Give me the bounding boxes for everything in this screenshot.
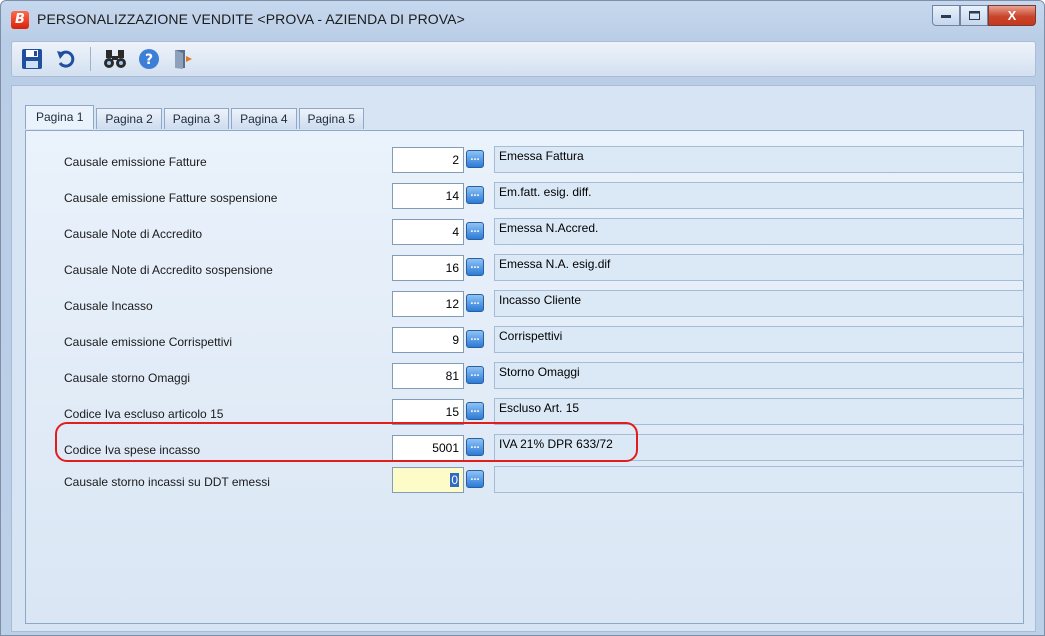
ellipsis-icon: ... [470,439,480,451]
lookup-button[interactable]: ... [466,470,484,488]
description-field: Emessa N.Accred. [494,218,1024,245]
ellipsis-icon: ... [470,367,480,379]
form-row-incasso: Causale Incasso 12 ... Incasso Cliente [26,290,1024,319]
form-row-storno-omaggi: Causale storno Omaggi 81 ... Storno Omag… [26,362,1024,391]
row-label: Causale emissione Corrispettivi [64,335,233,349]
form-row-iva-escluso: Codice Iva escluso articolo 15 15 ... Es… [26,398,1024,427]
row-label: Causale Note di Accredito [64,227,203,241]
close-icon: X [1007,8,1017,23]
tab-pagina-3[interactable]: Pagina 3 [163,108,230,129]
description-field: Emessa N.A. esig.dif [494,254,1024,281]
ellipsis-icon: ... [470,403,480,415]
form-row-fatture: Causale emissione Fatture 2 ... Emessa F… [26,146,1024,175]
ellipsis-icon: ... [470,295,480,307]
tab-page-1: Causale emissione Fatture 2 ... Emessa F… [25,130,1024,624]
form-row-storno-incassi-ddt: Causale storno incassi su DDT emessi 0 .… [26,466,1024,495]
row-label: Causale storno incassi su DDT emessi [64,475,270,489]
toolbar: ? [11,41,1036,77]
code-input[interactable]: 15 [392,399,464,425]
code-input[interactable]: 4 [392,219,464,245]
row-label: Causale Note di Accredito sospensione [64,263,273,277]
maximize-icon [968,11,980,20]
code-input[interactable]: 16 [392,255,464,281]
toolbar-separator [90,47,91,71]
lookup-button[interactable]: ... [466,258,484,276]
form-row-note-accredito-sospensione: Causale Note di Accredito sospensione 16… [26,254,1024,283]
tab-pagina-2[interactable]: Pagina 2 [96,108,162,129]
ellipsis-icon: ... [470,331,480,343]
ellipsis-icon: ... [470,187,480,199]
description-field: Corrispettivi [494,326,1024,353]
main-window: B PERSONALIZZAZIONE VENDITE <PROVA - AZI… [0,0,1045,636]
lookup-button[interactable]: ... [466,222,484,240]
lookup-button[interactable]: ... [466,186,484,204]
ellipsis-icon: ... [470,151,480,163]
undo-icon [57,50,75,68]
lookup-button[interactable]: ... [466,150,484,168]
close-button[interactable]: X [988,5,1036,26]
lookup-button[interactable]: ... [466,330,484,348]
selected-text: 0 [450,473,459,487]
svg-text:?: ? [145,52,153,68]
description-field: Storno Omaggi [494,362,1024,389]
row-label: Causale emissione Fatture [64,155,207,169]
app-logo-icon[interactable]: B [11,11,29,29]
tab-pagina-1[interactable]: Pagina 1 [25,105,95,129]
caption-buttons: X [932,5,1036,26]
save-icon [22,49,42,69]
undo-button[interactable] [52,45,80,73]
help-button[interactable]: ? [135,45,163,73]
lookup-button[interactable]: ... [466,402,484,420]
ellipsis-icon: ... [470,259,480,271]
row-label: Causale storno Omaggi [64,371,191,385]
row-label: Codice Iva spese incasso [64,443,201,457]
maximize-button[interactable] [960,5,988,26]
code-input[interactable]: 12 [392,291,464,317]
row-label: Codice Iva escluso articolo 15 [64,407,224,421]
form-row-note-accredito: Causale Note di Accredito 4 ... Emessa N… [26,218,1024,247]
title-bar[interactable]: B PERSONALIZZAZIONE VENDITE <PROVA - AZI… [1,1,1044,37]
minimize-button[interactable] [932,5,960,26]
lookup-button[interactable]: ... [466,438,484,456]
description-field: Emessa Fattura [494,146,1024,173]
search-button[interactable] [101,45,129,73]
code-input[interactable]: 9 [392,327,464,353]
code-input[interactable]: 81 [392,363,464,389]
help-icon: ? [139,49,159,69]
code-input-focused[interactable]: 0 [392,467,464,493]
save-button[interactable] [18,45,46,73]
lookup-button[interactable]: ... [466,294,484,312]
lookup-button[interactable]: ... [466,366,484,384]
code-input[interactable]: 2 [392,147,464,173]
description-field: Em.fatt. esig. diff. [494,182,1024,209]
description-field: Escluso Art. 15 [494,398,1024,425]
description-field: IVA 21% DPR 633/72 [494,434,1024,461]
description-field [494,466,1024,493]
tab-pagina-4[interactable]: Pagina 4 [231,108,297,129]
exit-button[interactable] [169,45,197,73]
row-label: Causale Incasso [64,299,153,313]
form-row-fatture-sospensione: Causale emissione Fatture sospensione 14… [26,182,1024,211]
minimize-icon [941,14,951,18]
ellipsis-icon: ... [470,471,480,483]
form-row-corrispettivi: Causale emissione Corrispettivi 9 ... Co… [26,326,1024,355]
exit-icon [175,50,192,69]
description-field: Incasso Cliente [494,290,1024,317]
code-input[interactable]: 14 [392,183,464,209]
tab-pagina-5[interactable]: Pagina 5 [298,108,364,129]
row-label: Causale emissione Fatture sospensione [64,191,278,205]
ellipsis-icon: ... [470,223,480,235]
binoculars-icon [104,50,126,68]
code-input[interactable]: 5001 [392,435,464,461]
form-row-iva-spese-incasso: Codice Iva spese incasso 5001 ... IVA 21… [26,434,1024,463]
window-title: PERSONALIZZAZIONE VENDITE <PROVA - AZIEN… [37,11,465,27]
tab-strip: Pagina 1 Pagina 2 Pagina 3 Pagina 4 Pagi… [25,105,366,129]
